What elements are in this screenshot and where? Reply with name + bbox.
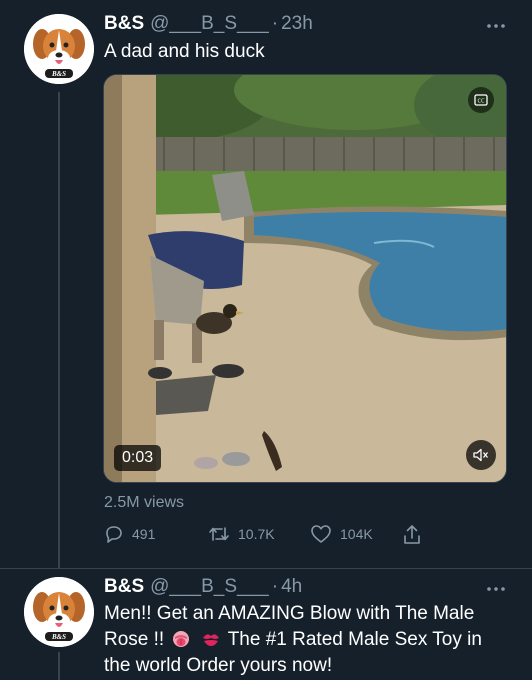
- more-icon[interactable]: [486, 581, 506, 592]
- reply-button[interactable]: 491: [104, 524, 155, 544]
- tweet-text-line: Men!! Get an AMAZING Blow with The Male: [104, 603, 475, 624]
- tweet-text-line: Rose !! The #1 Rated Male Sex Toy in: [104, 627, 508, 653]
- author-name[interactable]: B&S: [104, 575, 144, 599]
- captions-icon[interactable]: CC: [468, 87, 494, 113]
- retweet-count: 10.7K: [238, 526, 275, 542]
- avatar[interactable]: B&S: [24, 14, 94, 84]
- svg-text:B&S: B&S: [51, 70, 66, 78]
- tweet-text-fragment: Rose !!: [104, 629, 165, 650]
- tweet-text: A dad and his duck: [104, 41, 265, 62]
- reply-icon: [106, 526, 122, 543]
- author-handle[interactable]: @___B_S___: [150, 12, 269, 36]
- svg-text:B&S: B&S: [51, 633, 66, 641]
- separator-dot: ·: [271, 576, 279, 597]
- author-name[interactable]: B&S: [104, 12, 144, 36]
- kiss-mark-emoji-icon: [202, 634, 219, 646]
- timestamp[interactable]: 23h: [281, 12, 313, 36]
- video-frame: [104, 75, 506, 482]
- like-button[interactable]: 104K: [310, 524, 373, 544]
- tongue-emoji-icon: [173, 631, 190, 647]
- action-bar: 491 10.7K 104K: [104, 524, 434, 550]
- dog-avatar-icon: B&S: [24, 577, 94, 647]
- author-handle[interactable]: @___B_S___: [150, 575, 269, 599]
- retweet-button[interactable]: 10.7K: [208, 524, 275, 544]
- like-count: 104K: [340, 526, 373, 542]
- view-count: 2.5M views: [104, 494, 185, 511]
- video-player[interactable]: CC 0:03: [103, 74, 507, 483]
- avatar[interactable]: B&S: [24, 577, 94, 647]
- tweet[interactable]: B&S B&S @___B_S___ · 4h Men!! Get an AMA…: [0, 569, 532, 680]
- share-icon: [404, 525, 420, 544]
- separator-dot: ·: [271, 13, 279, 34]
- dog-avatar-icon: B&S: [24, 14, 94, 84]
- reply-count: 491: [132, 526, 156, 542]
- tweet-text-fragment: The #1 Rated Male Sex Toy in: [227, 629, 482, 650]
- heart-icon: [311, 525, 331, 543]
- tweet-header: B&S @___B_S___ · 4h: [104, 575, 302, 599]
- svg-text:CC: CC: [478, 99, 485, 105]
- mute-icon[interactable]: [466, 440, 496, 470]
- retweet-icon: [209, 527, 229, 541]
- more-icon[interactable]: [486, 18, 506, 29]
- tweet-header: B&S @___B_S___ · 23h: [104, 12, 313, 36]
- share-button[interactable]: [402, 524, 422, 546]
- tweet-text-line: the world Order yours now!: [104, 655, 333, 676]
- tweet-text: Men!! Get an AMAZING Blow with The Male …: [104, 601, 508, 679]
- video-duration: 0:03: [114, 445, 162, 471]
- tweet[interactable]: B&S B&S @___B_S___ · 23h A dad and his d…: [0, 0, 532, 568]
- timestamp[interactable]: 4h: [281, 575, 302, 599]
